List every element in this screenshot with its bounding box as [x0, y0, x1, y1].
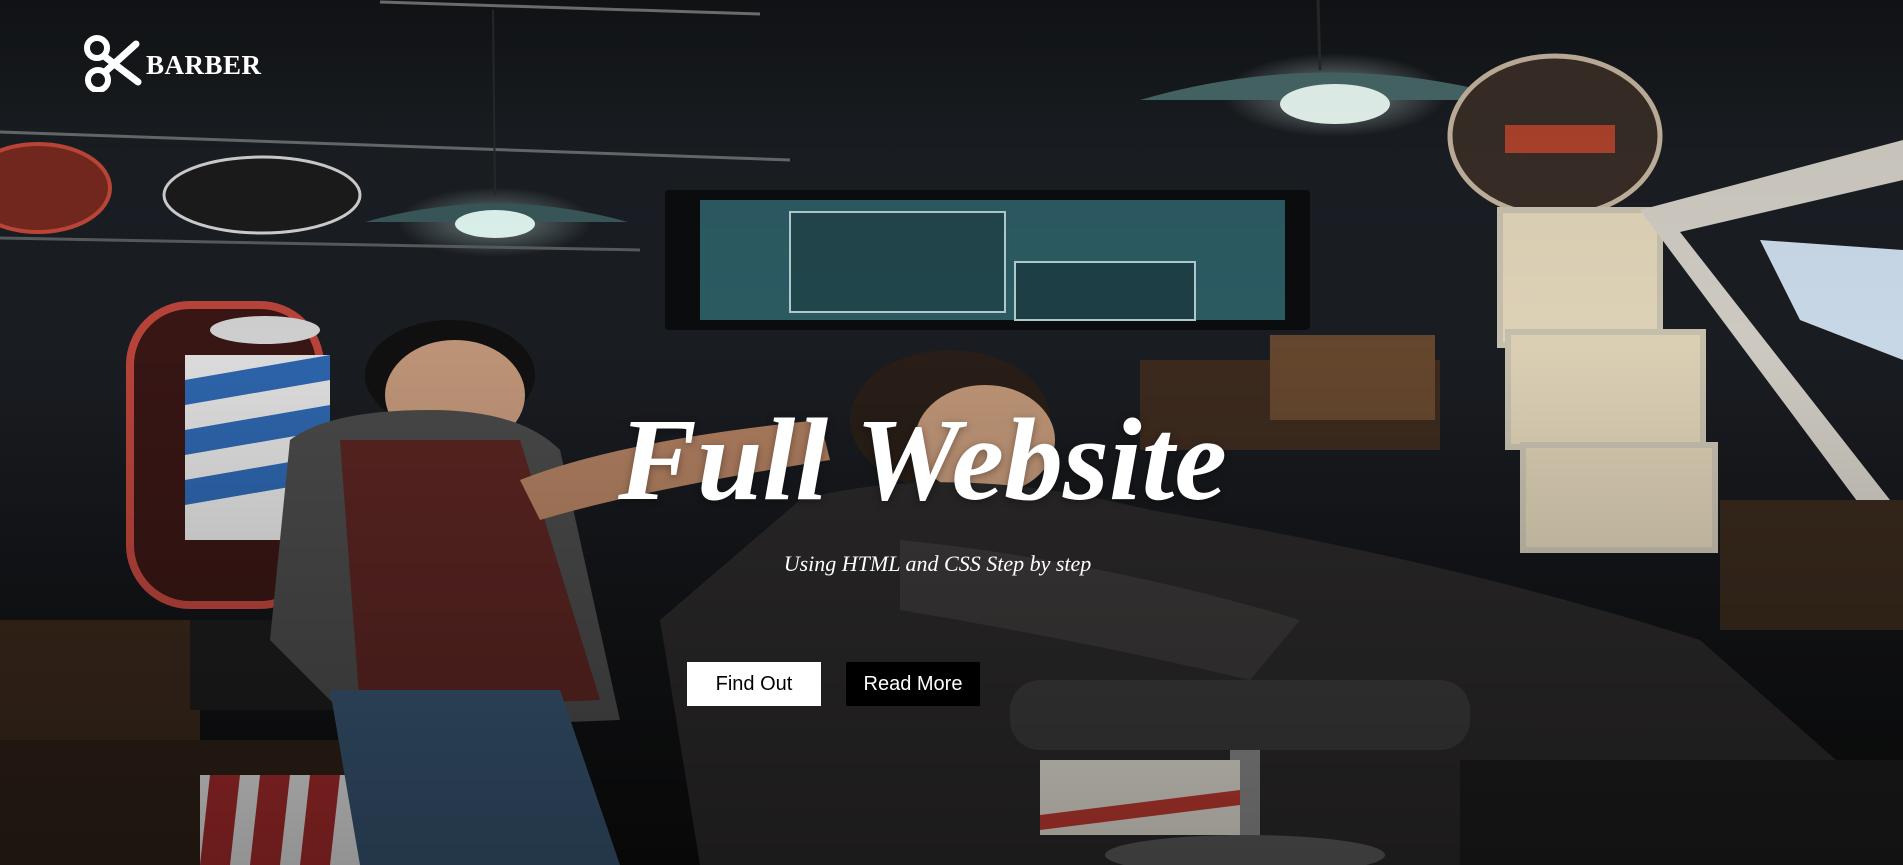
hero-subtitle: Using HTML and CSS Step by step: [783, 551, 1092, 576]
brand-logo-link[interactable]: BARBER: [84, 34, 262, 97]
hero-actions: Find Out Read More: [687, 662, 980, 706]
read-more-button[interactable]: Read More: [846, 662, 980, 706]
hero-title: Full Website: [618, 394, 1227, 525]
hero-content: Full Website Using HTML and CSS Step by …: [0, 395, 1845, 579]
scissors-icon: [84, 34, 142, 97]
hero-section: BARBER Full Website Using HTML and CSS S…: [0, 0, 1903, 865]
brand-name: BARBER: [146, 50, 262, 80]
find-out-button[interactable]: Find Out: [687, 662, 821, 706]
